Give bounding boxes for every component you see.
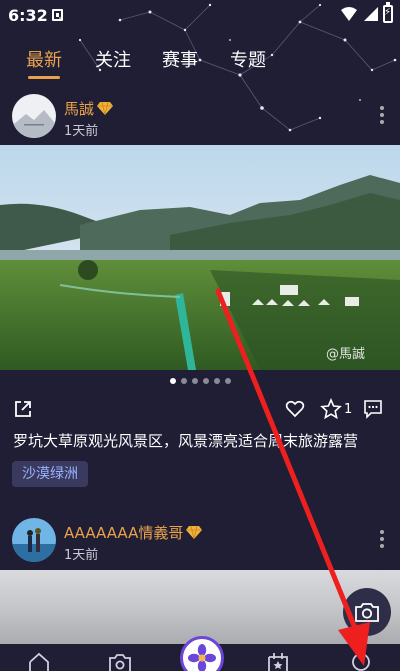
post-photo[interactable] [0,145,400,370]
carousel-dot[interactable] [191,378,198,384]
post-time: 1天前 [64,548,99,563]
carousel-dots [0,378,400,384]
like-count: 1 [344,402,353,417]
tab-following[interactable]: 关注 [95,46,131,72]
share-icon[interactable] [13,399,33,419]
wifi-icon [341,7,357,21]
more-options-icon[interactable] [380,106,386,128]
photo-watermark: @馬誠 [326,347,366,362]
carousel-dot[interactable] [180,378,187,384]
carousel-dot[interactable] [169,378,176,384]
post-header: AAAAAAA情義哥 1天前 [0,518,400,568]
home-icon[interactable] [28,652,50,671]
active-tab-indicator [28,76,60,79]
post-header: 馬誠 1天前 [0,94,400,144]
battery-icon [383,2,393,23]
post-photo[interactable] [0,570,400,645]
vip-diamond-icon [186,525,203,539]
post-text[interactable]: 罗坑大草原观光风景区，风景漂亮适合周末旅游露营 [13,430,358,451]
avatar[interactable] [12,518,56,562]
heart-icon[interactable] [285,399,305,419]
comment-icon[interactable] [362,398,384,420]
author-name-text: 馬誠 [64,100,95,118]
carousel-dot[interactable] [224,378,231,384]
topic-tag[interactable]: 沙漠绿洲 [12,461,88,487]
avatar[interactable] [12,94,56,138]
tab-events[interactable]: 赛事 [162,46,198,72]
tab-latest[interactable]: 最新 [26,46,62,72]
status-bar: 6:32 [0,0,400,30]
sim-card-icon [52,9,63,21]
author-name[interactable]: 馬誠 [64,98,114,119]
tab-topics[interactable]: 专题 [230,46,266,72]
post-time: 1天前 [64,124,99,139]
carousel-dot[interactable] [213,378,220,384]
calendar-icon[interactable] [267,652,289,671]
camera-button[interactable] [343,588,391,636]
signal-icon [364,7,378,21]
camera-icon [355,603,379,622]
vip-diamond-icon [97,101,114,115]
profile-icon[interactable] [350,652,372,671]
feed-tabs: 最新 关注 赛事 专题 [0,46,400,80]
more-options-icon[interactable] [380,530,386,552]
carousel-dot[interactable] [202,378,209,384]
author-name[interactable]: AAAAAAA情義哥 [64,522,203,543]
status-time: 6:32 [8,6,48,25]
star-icon[interactable] [320,398,342,420]
camera-icon[interactable] [108,652,132,671]
author-name-text: AAAAAAA情義哥 [64,524,184,542]
flower-icon [188,644,216,671]
